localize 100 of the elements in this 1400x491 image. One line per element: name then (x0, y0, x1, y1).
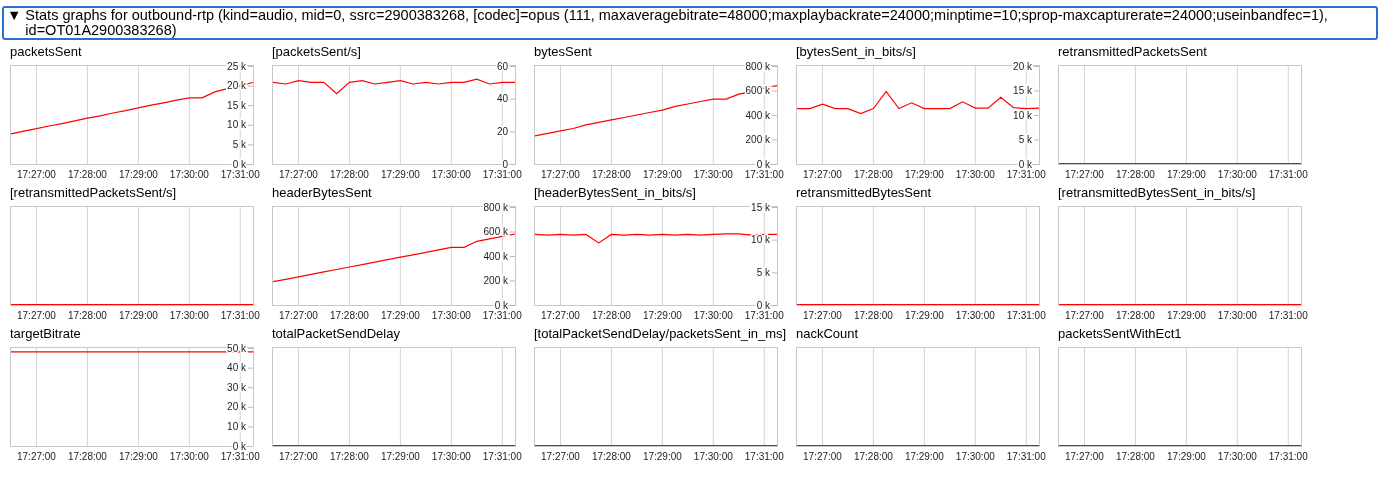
x-tick-label: 17:27:00 (1065, 169, 1104, 180)
x-tick-label: 17:30:00 (169, 169, 209, 180)
x-tick-label: 17:27:00 (1065, 451, 1104, 462)
x-tick-label: 17:28:00 (329, 451, 369, 462)
x-tick-label: 17:28:00 (67, 310, 107, 321)
x-tick-label: 17:29:00 (118, 169, 158, 180)
x-tick-label: 17:28:00 (329, 169, 369, 180)
x-tick-label: 17:31:00 (1006, 169, 1046, 180)
y-tick-label: 5 k (756, 266, 770, 278)
x-tick-label: 17:30:00 (1217, 169, 1257, 180)
x-tick-label: 17:31:00 (482, 310, 522, 321)
chart-title: [retransmittedBytesSent_in_bits/s] (1058, 185, 1257, 200)
y-tick-label: 800 k (483, 201, 508, 213)
x-tick-label: 17:31:00 (1006, 310, 1046, 321)
chart-title: retransmittedPacketsSent (1058, 44, 1208, 59)
y-tick-label: 20 (496, 125, 508, 137)
x-tick-label: 17:30:00 (1217, 451, 1257, 462)
y-tick-label: 200 k (745, 134, 770, 145)
y-tick-label: 800 k (745, 60, 770, 72)
x-tick-label: 17:29:00 (904, 451, 944, 462)
x-tick-label: 17:29:00 (642, 310, 682, 321)
chart-title: packetsSent (10, 44, 83, 59)
y-tick-label: 0 k (1018, 158, 1032, 170)
y-tick-label: 0 k (232, 440, 246, 452)
y-tick-label: 5 k (232, 138, 246, 150)
y-tick-label: 10 k (751, 234, 770, 246)
x-tick-label: 17:27:00 (1065, 310, 1104, 321)
x-tick-label: 17:28:00 (67, 451, 107, 462)
x-tick-label: 17:27:00 (279, 169, 318, 180)
x-tick-label: 17:27:00 (803, 310, 842, 321)
x-tick-label: 17:30:00 (955, 451, 995, 462)
x-tick-label: 17:30:00 (693, 310, 733, 321)
x-tick-label: 17:27:00 (17, 451, 56, 462)
x-tick-label: 17:30:00 (955, 310, 995, 321)
chart-title: targetBitrate (10, 326, 82, 341)
x-tick-label: 17:30:00 (431, 169, 471, 180)
x-tick-label: 17:27:00 (803, 451, 842, 462)
chart-title: [packetsSent/s] (272, 44, 362, 59)
x-tick-label: 17:30:00 (169, 451, 209, 462)
x-tick-label: 17:31:00 (220, 310, 260, 321)
y-tick-label: 5 k (1018, 134, 1032, 145)
x-tick-label: 17:30:00 (1217, 310, 1257, 321)
x-tick-label: 17:31:00 (482, 169, 522, 180)
y-tick-label: 0 k (494, 299, 508, 311)
y-tick-label: 30 k (227, 381, 246, 393)
x-tick-label: 17:27:00 (803, 169, 842, 180)
x-tick-label: 17:29:00 (1166, 451, 1206, 462)
x-tick-label: 17:27:00 (279, 451, 318, 462)
x-tick-label: 17:28:00 (853, 310, 893, 321)
chart-title: retransmittedBytesSent (796, 185, 933, 200)
y-tick-label: 0 (502, 158, 508, 170)
stats-section-header[interactable] (2, 6, 1378, 40)
y-tick-label: 400 k (483, 250, 508, 262)
y-tick-label: 15 k (227, 99, 246, 111)
x-tick-label: 17:28:00 (591, 169, 631, 180)
x-tick-label: 17:30:00 (693, 169, 733, 180)
x-tick-label: 17:30:00 (955, 169, 995, 180)
y-tick-label: 20 k (1013, 60, 1032, 72)
y-tick-label: 15 k (751, 201, 770, 213)
x-tick-label: 17:30:00 (431, 310, 471, 321)
y-tick-label: 50 k (227, 342, 246, 354)
chart-title: headerBytesSent (272, 185, 373, 200)
x-tick-label: 17:31:00 (1268, 310, 1308, 321)
y-tick-label: 400 k (745, 109, 770, 121)
y-tick-label: 40 k (227, 362, 246, 374)
x-tick-label: 17:29:00 (1166, 169, 1206, 180)
x-tick-label: 17:31:00 (744, 310, 784, 321)
x-tick-label: 17:29:00 (904, 169, 944, 180)
x-tick-label: 17:28:00 (853, 169, 893, 180)
x-tick-label: 17:30:00 (431, 451, 471, 462)
x-tick-label: 17:31:00 (220, 169, 260, 180)
chart-title: [bytesSent_in_bits/s] (796, 44, 917, 59)
y-tick-label: 10 k (227, 420, 246, 432)
y-tick-label: 40 (496, 93, 508, 105)
x-tick-label: 17:27:00 (541, 310, 580, 321)
x-tick-label: 17:27:00 (17, 310, 56, 321)
chart-title: [headerBytesSent_in_bits/s] (534, 185, 697, 200)
section-title: Stats graphs for outbound-rtp (kind=audio, mid=0, ssrc=2900383268, [codec]=opus (111, maxaveragebitrate=48000;maxplaybackrate=24000;minptime=10;sprop-maxcapturerate=24000;useinbandfec=1), id=OT01A2900383268) (25, 8, 1329, 38)
x-tick-label: 17:29:00 (380, 451, 420, 462)
x-tick-label: 17:27:00 (541, 169, 580, 180)
x-tick-label: 17:28:00 (67, 169, 107, 180)
chart-title: packetsSentWithEct1 (1058, 326, 1183, 341)
chart-title: [retransmittedPacketsSent/s] (10, 185, 178, 200)
x-tick-label: 17:29:00 (118, 310, 158, 321)
y-tick-label: 0 k (756, 158, 770, 170)
x-tick-label: 17:28:00 (591, 451, 631, 462)
x-tick-label: 17:28:00 (1115, 169, 1155, 180)
x-tick-label: 17:29:00 (380, 169, 420, 180)
x-tick-label: 17:31:00 (744, 451, 784, 462)
x-tick-label: 17:29:00 (904, 310, 944, 321)
y-tick-label: 0 k (756, 299, 770, 311)
x-tick-label: 17:30:00 (169, 310, 209, 321)
x-tick-label: 17:27:00 (17, 169, 56, 180)
chart-title: [totalPacketSendDelay/packetsSent_in_ms] (534, 326, 788, 341)
y-tick-label: 200 k (483, 275, 508, 286)
y-tick-label: 20 k (227, 401, 246, 413)
y-tick-label: 600 k (483, 226, 508, 237)
chart-title: bytesSent (534, 44, 593, 59)
x-tick-label: 17:28:00 (1115, 451, 1155, 462)
disclosure-triangle[interactable]: ▼ (7, 8, 22, 23)
